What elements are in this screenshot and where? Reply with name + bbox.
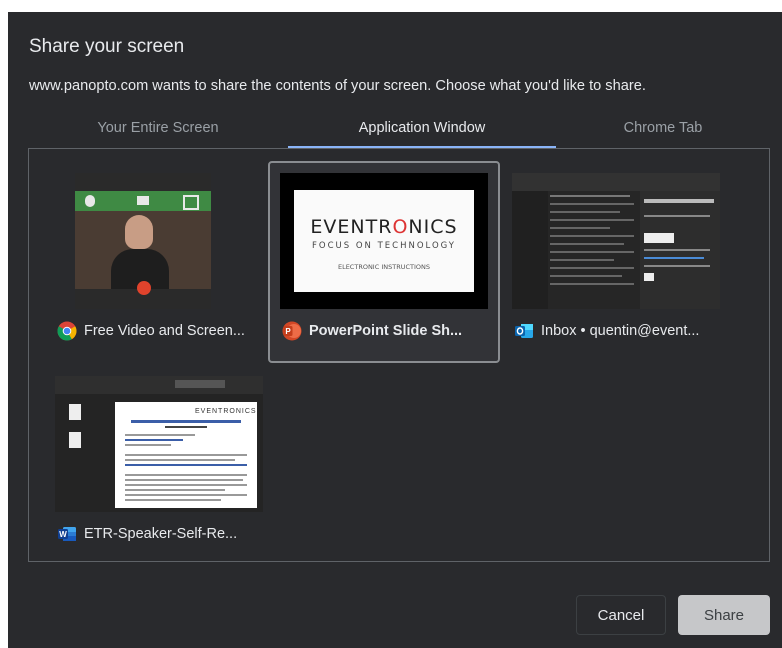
tab-entire-screen[interactable]: Your Entire Screen — [50, 120, 266, 136]
share-screen-dialog: Share your screen www.panopto.com wants … — [8, 12, 782, 648]
window-title: Inbox • quentin@event... — [541, 323, 700, 339]
window-thumbnail — [512, 173, 720, 309]
window-card-label: Inbox • quentin@event... — [514, 319, 722, 343]
cancel-button[interactable]: Cancel — [576, 595, 666, 635]
window-title: Free Video and Screen... — [84, 323, 245, 339]
slide-line: ELECTRONIC INSTRUCTIONS — [337, 263, 431, 271]
powerpoint-icon: P — [282, 321, 302, 341]
window-card-word[interactable]: EVENTRONICS W ETR-Speaker-Self-Re... — [43, 364, 275, 566]
tab-chrome-tab[interactable]: Chrome Tab — [568, 120, 758, 136]
slide-brand-o: O — [392, 216, 409, 238]
window-thumbnail: EVENTRONICS FOCUS ON TECHNOLOGY ELECTRON… — [280, 173, 488, 309]
window-card-label: P PowerPoint Slide Sh... — [282, 319, 490, 343]
window-card-outlook[interactable]: Inbox • quentin@event... — [500, 161, 732, 363]
tab-application-window[interactable]: Application Window — [288, 120, 556, 136]
window-card-powerpoint[interactable]: EVENTRONICS FOCUS ON TECHNOLOGY ELECTRON… — [268, 161, 500, 363]
slide-brand-end: NICS — [408, 216, 458, 238]
slide-tagline: FOCUS ON TECHNOLOGY — [311, 241, 456, 251]
svg-text:P: P — [285, 327, 291, 336]
window-thumbnail: EVENTRONICS — [55, 376, 263, 512]
chrome-icon — [57, 321, 77, 341]
window-card-label: W ETR-Speaker-Self-Re... — [57, 522, 265, 546]
share-button[interactable]: Share — [678, 595, 770, 635]
outlook-icon — [515, 324, 533, 338]
doc-header: EVENTRONICS — [195, 408, 257, 415]
window-list-panel: Free Video and Screen... EVENTRONICS FOC… — [28, 148, 770, 562]
window-title: ETR-Speaker-Self-Re... — [84, 526, 238, 542]
window-card-free-video[interactable]: Free Video and Screen... — [43, 161, 275, 363]
dialog-subtitle: www.panopto.com wants to share the conte… — [29, 78, 646, 94]
window-thumbnail — [75, 173, 211, 309]
svg-text:W: W — [59, 530, 67, 539]
dialog-title: Share your screen — [29, 36, 185, 57]
slide-brand: EVENTR — [310, 216, 393, 238]
window-card-label: Free Video and Screen... — [57, 319, 265, 343]
word-icon: W — [58, 527, 76, 541]
window-title: PowerPoint Slide Sh... — [309, 323, 463, 339]
